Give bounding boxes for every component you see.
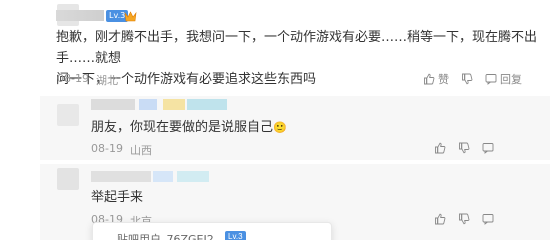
reply-actions bbox=[434, 213, 494, 225]
comment-date: 08-19 bbox=[57, 72, 89, 85]
smile-emoji-icon: 🙂 bbox=[273, 121, 287, 134]
user-tag bbox=[177, 171, 209, 182]
comment-meta: 08-19 湖北 bbox=[57, 72, 118, 88]
hover-card-level-badge: Lv.3 bbox=[225, 231, 246, 240]
crown-icon bbox=[124, 11, 137, 22]
user-hover-card[interactable]: 贴吧用户_76ZGEJ2 Lv.3 bbox=[92, 222, 332, 240]
thumb-up-icon bbox=[424, 73, 435, 85]
avatar[interactable] bbox=[57, 168, 79, 190]
thumb-up-icon bbox=[435, 213, 446, 225]
user-tag bbox=[163, 99, 185, 110]
comment-actions: 赞 回复 bbox=[423, 71, 522, 87]
thumb-down-icon bbox=[459, 142, 470, 154]
reply-label: 回复 bbox=[500, 73, 522, 86]
dislike-button[interactable] bbox=[458, 142, 470, 154]
reply-text: 举起手来 bbox=[91, 190, 144, 205]
dislike-button[interactable] bbox=[461, 73, 473, 85]
user-tag bbox=[187, 99, 227, 110]
thumb-down-icon bbox=[459, 213, 470, 225]
username[interactable] bbox=[91, 171, 151, 182]
thumb-up-icon bbox=[435, 142, 446, 154]
dislike-button[interactable] bbox=[458, 213, 470, 225]
reply-icon bbox=[485, 74, 497, 85]
username[interactable] bbox=[56, 10, 104, 21]
reply-button[interactable]: 回复 bbox=[485, 71, 522, 87]
reply-icon bbox=[482, 214, 494, 225]
reply-meta: 08-19 山西 bbox=[91, 142, 152, 158]
reply-button[interactable] bbox=[482, 142, 494, 154]
comment-text-line1: 抱歉，刚才腾不出手，我想问一下，一个动作游戏有必要……稍等一下，现在腾不出手……… bbox=[56, 30, 538, 66]
like-button[interactable]: 赞 bbox=[423, 71, 449, 87]
reply-actions bbox=[434, 142, 494, 154]
reply-icon bbox=[482, 143, 494, 154]
reply-text: 朋友，你现在要做的是说服自己🙂 bbox=[91, 117, 287, 138]
user-tag bbox=[139, 99, 157, 110]
thumb-down-icon bbox=[462, 73, 473, 85]
like-label: 赞 bbox=[438, 73, 449, 86]
reply-button[interactable] bbox=[482, 213, 494, 225]
reply-location: 山西 bbox=[129, 144, 152, 157]
avatar[interactable] bbox=[57, 104, 79, 126]
like-button[interactable] bbox=[434, 142, 446, 154]
like-button[interactable] bbox=[434, 213, 446, 225]
user-tag bbox=[153, 171, 173, 182]
hover-card-username[interactable]: 贴吧用户_76ZGEJ2 bbox=[117, 231, 214, 240]
reply-date: 08-19 bbox=[91, 142, 123, 155]
comment-location: 湖北 bbox=[95, 74, 118, 87]
username[interactable] bbox=[91, 99, 135, 110]
reply-text-body: 朋友，你现在要做的是说服自己 bbox=[91, 120, 274, 135]
